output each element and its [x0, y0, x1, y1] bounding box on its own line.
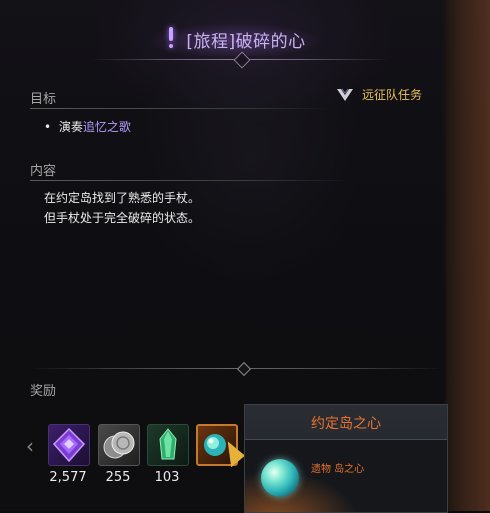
tooltip-subtitle: 遗物 岛之心 — [311, 464, 365, 475]
content-line-2: 但手杖处于完全破碎的状态。 — [44, 211, 201, 225]
quest-exclamation-icon — [164, 27, 178, 51]
title-wrap: [旅程]破碎的心 — [150, 22, 320, 56]
content-text: 在约定岛找到了熟悉的手杖。 但手杖处于完全破碎的状态。 — [44, 188, 200, 228]
content-line-1: 在约定岛找到了熟悉的手杖。 — [44, 191, 201, 205]
reward-count: 2,577 — [49, 470, 87, 485]
objective-bullet: • — [44, 120, 52, 134]
reward-count: 103 — [154, 470, 180, 485]
objective-prefix: 演奏 — [58, 120, 83, 134]
reward-count: 255 — [105, 470, 131, 485]
objective-line — [30, 108, 330, 109]
divider-ornament-icon — [236, 361, 252, 377]
green-crystal-icon — [159, 428, 177, 460]
rewards-prev-arrow-icon[interactable]: ‹ — [26, 434, 34, 458]
objective-label: 目标 — [30, 92, 57, 107]
reward-item-silver[interactable] — [98, 424, 140, 466]
quest-header: [旅程]破碎的心 — [0, 18, 446, 69]
reward-item-purple-gem[interactable] — [48, 424, 90, 466]
background-strip — [442, 0, 490, 511]
objective-highlight[interactable]: 追忆之歌 — [83, 120, 131, 134]
content-label: 内容 — [30, 164, 57, 179]
expedition-label: 远征队任务 — [362, 88, 423, 102]
purple-gem-icon — [52, 427, 86, 463]
tooltip-body: 遗物 岛之心 — [245, 440, 447, 512]
objective-item: • 演奏追忆之歌 — [44, 118, 131, 135]
rewards-label: 奖励 — [30, 384, 57, 399]
silver-coins-icon — [103, 431, 135, 459]
expedition-tag[interactable]: 远征队任务 — [336, 86, 422, 103]
item-tooltip: 约定岛之心 遗物 岛之心 — [244, 404, 448, 513]
reward-item-green-crystal[interactable] — [147, 424, 189, 466]
content-line — [30, 180, 350, 181]
tooltip-orb-icon — [261, 459, 299, 497]
quest-title: [旅程]破碎的心 — [186, 31, 306, 52]
tooltip-title: 约定岛之心 — [311, 416, 381, 432]
expedition-crest-icon — [337, 88, 353, 101]
